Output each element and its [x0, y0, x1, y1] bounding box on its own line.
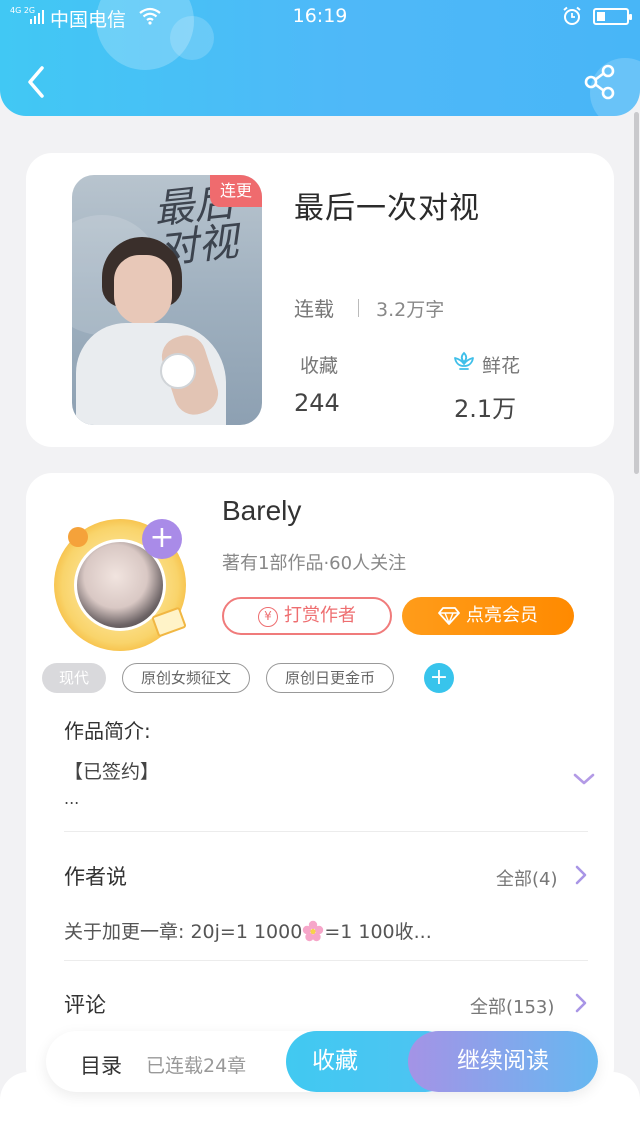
meta-divider [358, 299, 359, 317]
author-says-text-start: 关于加更一章: 20j=1 1000 [64, 921, 303, 943]
author-name[interactable]: Barely [222, 495, 301, 527]
flowers-count: 2.1万 [454, 395, 517, 423]
tag-chip[interactable]: 现代 [42, 663, 106, 693]
chevron-right-icon[interactable] [574, 865, 588, 885]
favorites-label: 收藏 [300, 355, 339, 377]
book-status: 连载 [294, 297, 334, 321]
book-title: 最后一次对视 [294, 191, 480, 226]
vip-button[interactable]: 点亮会员 [402, 597, 574, 635]
vip-label: 点亮会员 [466, 605, 538, 626]
author-stats: 著有1部作品·60人关注 [222, 553, 407, 574]
intro-ellipsis: ... [64, 789, 80, 808]
author-says-text-end: =1 100收... [324, 921, 432, 943]
battery-icon [593, 8, 632, 25]
book-cover-image[interactable]: 最后对视 [72, 175, 262, 425]
toc-button[interactable]: 目录 [80, 1050, 122, 1080]
author-says-all-link[interactable]: 全部(4) [496, 865, 558, 891]
alarm-icon [563, 6, 581, 25]
share-icon[interactable] [580, 62, 620, 102]
author-says-title: 作者说 [64, 865, 127, 889]
favorites-count: 244 [294, 389, 340, 417]
continue-reading-button[interactable]: 继续阅读 [408, 1031, 598, 1092]
tag-chip[interactable]: 原创日更金币 [266, 663, 394, 693]
chevron-down-icon[interactable] [572, 771, 596, 787]
follow-author-button[interactable]: + [142, 519, 182, 559]
intro-title: 作品简介: [64, 719, 151, 743]
status-time: 16:19 [292, 5, 348, 27]
word-count: 3.2万字 [376, 299, 445, 321]
flowers-label: 鲜花 [482, 355, 521, 377]
add-tag-button[interactable]: + [424, 663, 454, 693]
top-header: 4G 2G 中国电信 16:19 [0, 0, 640, 116]
diamond-icon [438, 607, 460, 625]
status-bar: 4G 2G 中国电信 16:19 [0, 0, 640, 34]
chevron-right-icon[interactable] [574, 993, 588, 1013]
flower-emoji-icon [303, 920, 324, 942]
section-divider [64, 831, 588, 832]
chapter-count[interactable]: 已连载24章 [146, 1051, 246, 1078]
yen-icon: ¥ [258, 607, 278, 627]
bottom-action-bar: 目录 已连载24章 收藏 继续阅读 [46, 1031, 598, 1092]
author-says-preview[interactable]: 关于加更一章: 20j=1 1000 =1 100收... [64, 917, 432, 944]
author-card: + Barely 著有1部作品·60人关注 ¥ 打赏作者 点亮会员 现代 原创女频… [26, 473, 614, 1093]
comments-all-link[interactable]: 全部(153) [470, 993, 554, 1019]
tag-chip[interactable]: 原创女频征文 [122, 663, 250, 693]
chevron-left-icon[interactable] [20, 62, 56, 102]
scrollbar[interactable] [634, 112, 639, 474]
flower-icon [454, 351, 474, 370]
section-divider [64, 960, 588, 961]
tip-author-button[interactable]: ¥ 打赏作者 [222, 597, 392, 635]
tip-author-label: 打赏作者 [284, 605, 356, 626]
book-info-card: 最后对视 连更 最后一次对视 连载 3.2万字 收藏 244 鲜花 2.1万 [26, 153, 614, 447]
intro-text: 【已签约】 [64, 761, 160, 783]
comments-title: 评论 [64, 993, 106, 1017]
serial-badge: 连更 [210, 175, 262, 207]
